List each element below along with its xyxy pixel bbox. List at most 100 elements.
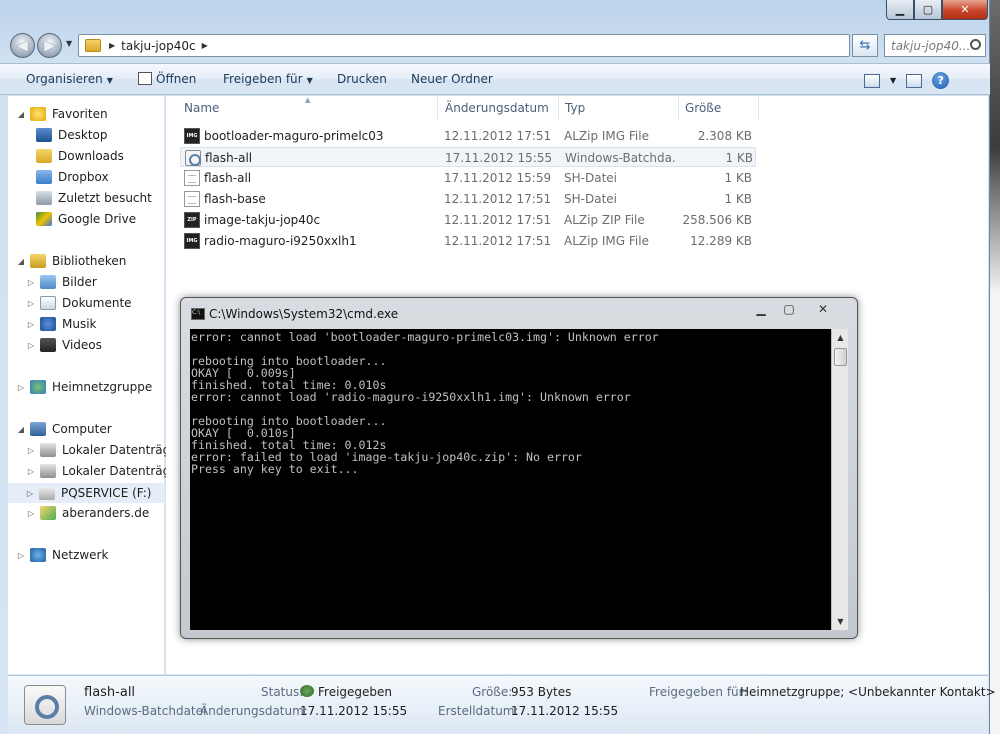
computer-icon — [30, 422, 46, 436]
file-row[interactable]: ZIP image-takju-jop40c 12.11.2012 17:51 ALZ… — [180, 210, 756, 230]
collapsed-arrow-icon: ▷ — [27, 340, 35, 350]
nav-pictures[interactable]: ▷ Bilder — [26, 272, 97, 292]
preview-pane-icon[interactable] — [906, 73, 923, 88]
file-date: 12.11.2012 17:51 — [444, 129, 552, 143]
nav-libraries[interactable]: ◢ Bibliotheken — [16, 251, 126, 271]
cmd-maximize-button[interactable]: ▢ — [777, 300, 801, 318]
console-line: Press any key to exit... — [191, 462, 359, 476]
command-bar: Organisieren ▼ Öffnen Freigeben für ▼ Druc… — [0, 63, 990, 95]
console-scrollbar[interactable]: ▲ ▼ — [831, 329, 848, 630]
nav-downloads[interactable]: Downloads — [36, 146, 124, 166]
expanded-arrow-icon: ◢ — [17, 256, 25, 266]
console-line: error: cannot load 'bootloader-maguro-pr… — [191, 330, 659, 344]
forward-button[interactable]: ▶ — [37, 33, 62, 58]
nav-videos[interactable]: ▷ Videos — [26, 335, 102, 355]
nav-local-disk-1[interactable]: ▷ Lokaler Datenträger — [26, 440, 183, 460]
column-header-size[interactable]: Größe — [679, 96, 759, 120]
details-file-type: Windows-Batchdatei — [84, 704, 207, 718]
column-header-date[interactable]: Änderungsdatum — [439, 96, 559, 120]
file-row[interactable]: IMG radio-maguro-i9250xxlh1 12.11.2012 17:… — [180, 231, 756, 251]
file-row[interactable]: flash-all 17.11.2012 15:59 SH-Datei 1 KB — [180, 168, 756, 188]
chevron-down-icon: ▼ — [106, 76, 113, 85]
file-name: flash-all — [205, 151, 253, 165]
nav-desktop[interactable]: Desktop — [36, 125, 108, 145]
scroll-up-icon[interactable]: ▲ — [832, 329, 849, 346]
cmd-minimize-button[interactable]: ▁ — [749, 300, 773, 318]
breadcrumb-separator-icon[interactable]: ▶ — [202, 41, 208, 50]
nav-recent[interactable]: Zuletzt besucht — [36, 188, 152, 208]
back-button[interactable]: ◀ — [10, 33, 35, 58]
nav-computer[interactable]: ◢ Computer — [16, 419, 112, 439]
documents-icon — [40, 296, 56, 310]
close-button[interactable]: ✕ — [942, 0, 988, 20]
maximize-button[interactable]: ▢ — [914, 0, 942, 20]
nav-aberanders[interactable]: ▷ aberanders.de — [26, 503, 149, 523]
file-type: ALZip IMG File — [564, 234, 649, 248]
nav-music[interactable]: ▷ Musik — [26, 314, 97, 334]
forward-arrow-icon: ▶ — [44, 37, 55, 54]
file-row[interactable]: IMG bootloader-maguro-primelc03 12.11.2012… — [180, 126, 756, 146]
videos-icon — [40, 338, 56, 352]
column-header-type[interactable]: Typ — [559, 96, 679, 120]
chevron-down-icon[interactable]: ▼ — [890, 76, 896, 85]
details-shared-value[interactable]: Heimnetzgruppe; <Unbekannter Kontakt> — [740, 685, 996, 699]
nav-favorites[interactable]: ◢ Favoriten — [16, 104, 108, 124]
file-type: Windows-Batchda... — [565, 151, 677, 165]
nav-dropbox[interactable]: Dropbox — [36, 167, 109, 187]
refresh-icon: ⇆ — [859, 38, 871, 53]
view-controls: ▼ ? — [864, 72, 950, 89]
details-size-label: Größe: — [472, 685, 513, 699]
recent-pages-dropdown-icon[interactable]: ▼ — [66, 39, 72, 48]
batch-file-icon — [24, 685, 66, 725]
nav-homegroup[interactable]: ▷ Heimnetzgruppe — [16, 377, 152, 397]
dropbox-icon — [36, 170, 52, 184]
scroll-down-icon[interactable]: ▼ — [832, 613, 849, 630]
console-line: error: cannot load 'radio-maguro-i9250xx… — [191, 390, 631, 404]
search-input[interactable]: takju-jop40... — [884, 34, 986, 57]
breadcrumb-item[interactable]: takju-jop40c — [121, 39, 195, 53]
nav-google-drive[interactable]: Google Drive — [36, 209, 136, 229]
details-pane: flash-all Windows-Batchdatei Status: Fre… — [8, 675, 996, 734]
address-bar[interactable]: ▶ takju-jop40c ▶ — [78, 34, 850, 57]
file-type: SH-Datei — [564, 192, 617, 206]
nav-pqservice[interactable]: ▷ PQSERVICE (F:) — [8, 483, 165, 503]
organize-menu[interactable]: Organisieren ▼ — [26, 72, 113, 86]
help-button[interactable]: ? — [932, 72, 950, 89]
open-button[interactable]: Öffnen — [138, 72, 196, 86]
new-folder-button[interactable]: Neuer Ordner — [411, 72, 493, 86]
breadcrumb-separator-icon[interactable]: ▶ — [109, 41, 115, 50]
details-status-value: Freigegeben — [300, 685, 392, 699]
nav-network[interactable]: ▷ Netzwerk — [16, 545, 108, 565]
folder-icon — [85, 39, 101, 52]
pictures-icon — [40, 275, 56, 289]
file-row[interactable]: flash-base 12.11.2012 17:51 SH-Datei 1 KB — [180, 189, 756, 209]
hard-drive-icon — [40, 464, 56, 478]
music-icon — [40, 317, 56, 331]
details-status-label: Status: — [261, 685, 304, 699]
sh-file-icon — [184, 170, 200, 186]
file-name: flash-all — [204, 171, 252, 185]
change-view-icon[interactable] — [864, 73, 880, 88]
file-row[interactable]: flash-all 17.11.2012 15:55 Windows-Batchda… — [180, 147, 756, 167]
column-header-name[interactable]: Name — [178, 96, 438, 120]
libraries-icon — [30, 254, 46, 268]
nav-documents[interactable]: ▷ Dokumente — [26, 293, 132, 313]
details-shared-label: Freigegeben für: — [649, 685, 748, 699]
desktop-icon — [36, 128, 52, 142]
file-name: radio-maguro-i9250xxlh1 — [204, 234, 357, 248]
navigation-pane: ◢ Favoriten Desktop Downloads Dropbox Zul… — [8, 96, 183, 674]
collapsed-arrow-icon: ▷ — [17, 550, 25, 560]
nav-local-disk-2[interactable]: ▷ Lokaler Datenträger — [26, 461, 183, 481]
refresh-button[interactable]: ⇆ — [852, 34, 878, 57]
console-output[interactable]: error: cannot load 'bootloader-maguro-pr… — [190, 329, 831, 630]
details-created-label: Erstelldatum: — [438, 704, 519, 718]
file-name: bootloader-maguro-primelc03 — [204, 129, 384, 143]
print-button[interactable]: Drucken — [337, 72, 387, 86]
scroll-thumb[interactable] — [834, 348, 847, 366]
file-date: 17.11.2012 15:55 — [445, 151, 553, 165]
minimize-button[interactable]: ▁ — [886, 0, 914, 20]
cmd-window[interactable]: C:\ C:\Windows\System32\cmd.exe ▁ ▢ ✕ er… — [180, 297, 858, 639]
cmd-close-button[interactable]: ✕ — [811, 300, 835, 318]
file-size: 258.506 KB — [682, 213, 752, 227]
share-menu[interactable]: Freigeben für ▼ — [223, 72, 313, 86]
